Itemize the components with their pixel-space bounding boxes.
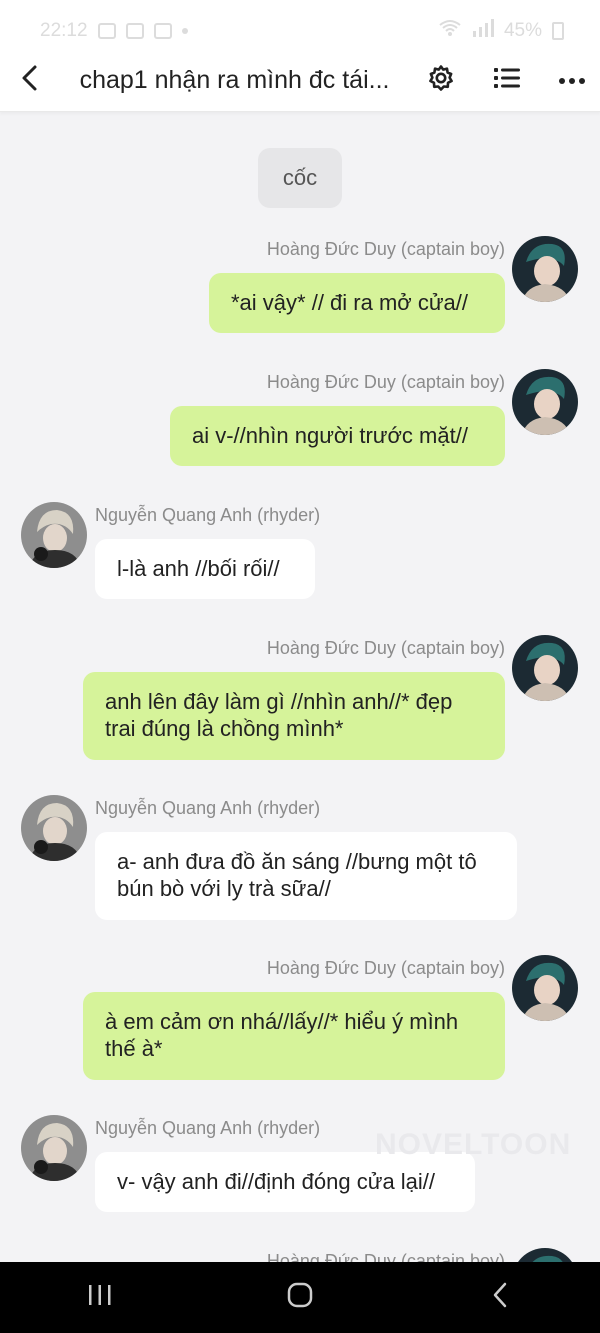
recent-apps-icon xyxy=(87,1283,113,1312)
gear-icon xyxy=(427,64,455,97)
list-icon xyxy=(493,66,521,95)
avatar[interactable] xyxy=(21,1115,87,1181)
chapter-list-button[interactable] xyxy=(479,50,535,112)
app-icon xyxy=(125,23,144,39)
message-bubble: ai v-//nhìn người trước mặt// xyxy=(170,406,505,466)
avatar[interactable] xyxy=(512,955,578,1021)
gallery-icon xyxy=(97,23,116,39)
home-icon xyxy=(287,1282,313,1313)
settings-button[interactable] xyxy=(413,50,469,112)
chat-area[interactable]: cốc Hoàng Đức Duy (captain boy) *ai vậy*… xyxy=(0,112,600,1262)
narration-bubble: cốc xyxy=(258,148,342,208)
avatar[interactable] xyxy=(512,635,578,701)
page-title: chap1 nhận ra mình đc tái... xyxy=(79,66,390,94)
back-icon xyxy=(19,64,41,97)
message-bubble: *ai vậy* // đi ra mở cửa// xyxy=(209,273,505,333)
avatar[interactable] xyxy=(512,1248,578,1262)
recent-apps-button[interactable] xyxy=(60,1268,140,1328)
sender-name: Nguyễn Quang Anh (rhyder) xyxy=(95,505,321,525)
avatar[interactable] xyxy=(512,369,578,435)
system-back-button[interactable] xyxy=(460,1268,540,1328)
back-icon xyxy=(491,1282,509,1313)
sender-name: Nguyễn Quang Anh (rhyder) xyxy=(95,798,321,818)
watermark: NOVELTOON xyxy=(375,1128,572,1161)
home-button[interactable] xyxy=(260,1268,340,1328)
signal-icon xyxy=(472,19,494,43)
dot-icon xyxy=(181,28,188,34)
back-button[interactable] xyxy=(0,50,60,112)
sender-name: Hoàng Đức Duy (captain boy) xyxy=(266,638,505,658)
message-bubble: a- anh đưa đồ ăn sáng //bưng một tô bún … xyxy=(95,832,517,920)
message-bubble: l-là anh //bối rối// xyxy=(95,539,315,599)
message-bubble: à em cảm ơn nhá//lấy//* hiểu ý mình thế … xyxy=(83,992,505,1080)
sender-name: Hoàng Đức Duy (captain boy) xyxy=(266,372,505,392)
sender-name: Hoàng Đức Duy (captain boy) xyxy=(266,239,505,259)
sender-name: Hoàng Đức Duy (captain boy) xyxy=(266,1251,505,1262)
battery-text: 45% xyxy=(503,20,542,41)
navigation-bar xyxy=(0,1262,600,1333)
more-options-button[interactable] xyxy=(544,50,600,112)
wifi-icon xyxy=(438,19,462,43)
avatar[interactable] xyxy=(21,502,87,568)
sender-name: Hoàng Đức Duy (captain boy) xyxy=(266,958,505,978)
status-time: 22:12 xyxy=(40,20,88,41)
message-bubble: anh lên đây làm gì //nhìn anh//* đẹp tra… xyxy=(83,672,505,760)
avatar[interactable] xyxy=(512,236,578,302)
battery-icon xyxy=(552,22,564,40)
sender-name: Nguyễn Quang Anh (rhyder) xyxy=(95,1118,321,1138)
more-icon xyxy=(558,72,586,90)
app-header: chap1 nhận ra mình đc tái... xyxy=(0,50,600,112)
notification-icon xyxy=(153,23,172,39)
avatar[interactable] xyxy=(21,795,87,861)
